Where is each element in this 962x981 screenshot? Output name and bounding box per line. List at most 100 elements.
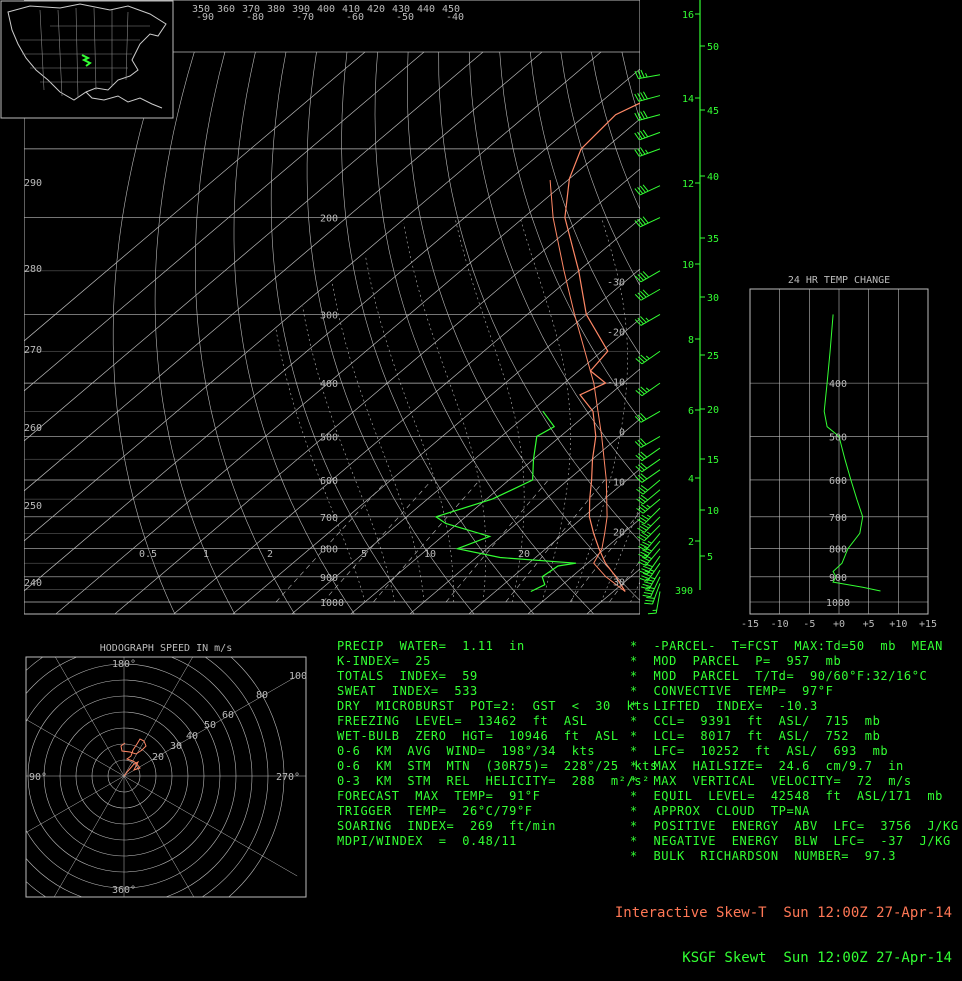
mixing-ratio-label: 10 bbox=[424, 549, 436, 560]
index-row: 0-3 KM STM REL HELICITY= 288 m²/s² bbox=[337, 774, 658, 789]
parcel-indices-right: * -PARCEL- T=FCST MAX:Td=50 mb MEAN* MOD… bbox=[630, 639, 959, 864]
barb-half bbox=[646, 356, 649, 359]
index-row: * CONVECTIVE TEMP= 97°F bbox=[630, 684, 959, 699]
barb-full bbox=[644, 603, 652, 604]
barb-staff bbox=[656, 592, 660, 614]
barb-staff bbox=[642, 383, 660, 396]
index-text: LIFTED INDEX= -10.3 bbox=[653, 699, 817, 713]
mixing-ratio-line bbox=[323, 480, 432, 602]
isotherm-line bbox=[0, 52, 365, 614]
dewpoint-line bbox=[436, 411, 576, 591]
barb-half bbox=[647, 515, 651, 517]
hodograph-chart: HODOGRAPH SPEED IN m/s203040506080100180… bbox=[0, 576, 324, 912]
barb-full bbox=[645, 600, 653, 601]
hodo-ring-label: 40 bbox=[186, 731, 198, 742]
isobar-label: 1000 bbox=[320, 598, 344, 609]
mixing-ratio-label: 0.5 bbox=[139, 549, 157, 560]
footer-title: Interactive Skew-T Sun 12:00Z 27-Apr-14 bbox=[615, 906, 952, 921]
theta-top-label: 420 bbox=[367, 4, 385, 15]
barb-half bbox=[651, 578, 655, 579]
barb-half bbox=[647, 532, 651, 534]
wind-barb bbox=[635, 411, 660, 422]
hodo-ring-label: 30 bbox=[170, 741, 182, 752]
index-row: * APPROX CLOUD TP=NA bbox=[630, 804, 959, 819]
hodo-ring-label: 20 bbox=[152, 752, 164, 763]
isotherm-label: -10 bbox=[607, 378, 625, 389]
tc-xtick: +5 bbox=[863, 619, 875, 630]
wind-barbs bbox=[635, 70, 660, 614]
wind-barb bbox=[640, 556, 660, 574]
barb-staff bbox=[638, 75, 660, 79]
height-km-label: 16 bbox=[682, 10, 694, 21]
index-row: * MOD PARCEL P= 957 mb bbox=[630, 654, 959, 669]
height-km-label: 12 bbox=[682, 179, 694, 190]
index-row: SWEAT INDEX= 533 bbox=[337, 684, 658, 699]
index-text: MDPI/WINDEX = 0.48/11 bbox=[337, 834, 517, 848]
height-kft-label: 40 bbox=[707, 172, 719, 183]
hodo-ring bbox=[0, 616, 284, 912]
height-km-label: 10 bbox=[682, 260, 694, 271]
index-row: * EQUIL LEVEL= 42548 ft ASL/171 mb bbox=[630, 789, 959, 804]
index-text: LFC= 10252 ft ASL/ 693 mb bbox=[653, 744, 888, 758]
index-row: 0-6 KM STM MTN (30R75)= 228°/25 kts bbox=[337, 759, 658, 774]
dry-adiabat bbox=[866, 52, 962, 614]
index-text: MOD PARCEL T/Td= 90/60°F:32/16°C bbox=[653, 669, 927, 683]
dry-adiabat bbox=[234, 52, 354, 614]
isotherm-label: 20 bbox=[613, 528, 625, 539]
index-row: TRIGGER TEMP= 26°C/79°F bbox=[337, 804, 658, 819]
isobar-label: 800 bbox=[320, 545, 338, 556]
barb-full bbox=[644, 592, 652, 594]
wind-barb bbox=[635, 289, 660, 300]
hodo-direction-label: 180° bbox=[112, 659, 136, 670]
index-row: SOARING INDEX= 269 ft/min bbox=[337, 819, 658, 834]
barb-half bbox=[645, 150, 647, 153]
dry-adiabat bbox=[155, 52, 235, 614]
barb-staff bbox=[642, 448, 660, 461]
dry-adiabat bbox=[836, 52, 962, 614]
tc-title: 24 HR TEMP CHANGE bbox=[788, 275, 890, 286]
theta-top-label: 380 bbox=[267, 4, 285, 15]
dry-adiabat bbox=[113, 52, 175, 614]
isotherm-label: -30 bbox=[607, 278, 625, 289]
isotherm-label: 0 bbox=[619, 428, 625, 439]
tc-pressure-label: 700 bbox=[829, 513, 847, 524]
isotherm-line bbox=[0, 52, 542, 614]
hodo-ring-label: 80 bbox=[256, 690, 268, 701]
isobar-label: 300 bbox=[320, 310, 338, 321]
mixing-ratio-label: 20 bbox=[518, 549, 530, 560]
moist-adiabat bbox=[601, 218, 699, 602]
index-text: -PARCEL- T=FCST MAX:Td=50 mb MEAN bbox=[653, 639, 943, 653]
wind-barb bbox=[648, 592, 660, 614]
barb-full bbox=[640, 552, 647, 556]
barb-half bbox=[648, 541, 652, 543]
row-bullet: * bbox=[630, 834, 653, 848]
hodo-spoke bbox=[124, 776, 224, 912]
isobar-label: 700 bbox=[320, 513, 338, 524]
index-row: PRECIP WATER= 1.11 in bbox=[337, 639, 658, 654]
index-text: DRY MICROBURST POT=2: GST < 30 kts bbox=[337, 699, 650, 713]
tc-pressure-label: 900 bbox=[829, 573, 847, 584]
height-kft-label: 50 bbox=[707, 42, 719, 53]
wind-barb bbox=[638, 541, 660, 558]
index-text: TRIGGER TEMP= 26°C/79°F bbox=[337, 804, 533, 818]
index-row: 0-6 KM AVG WIND= 198°/34 kts bbox=[337, 744, 658, 759]
isotherm-label: -20 bbox=[607, 328, 625, 339]
barb-staff bbox=[644, 517, 660, 533]
theta-left-label: 260 bbox=[24, 423, 42, 434]
theta-top-label: 350 bbox=[192, 4, 210, 15]
theta-top-label: 410 bbox=[342, 4, 360, 15]
index-text: EQUIL LEVEL= 42548 ft ASL/171 mb bbox=[653, 789, 943, 803]
hodo-ring-label: 50 bbox=[204, 720, 216, 731]
index-row: WET-BULB ZERO HGT= 10946 ft ASL bbox=[337, 729, 658, 744]
tc-xtick: -5 bbox=[803, 619, 815, 630]
index-row: * NEGATIVE ENERGY BLW LFC= -37 J/KG bbox=[630, 834, 959, 849]
index-row: * LFC= 10252 ft ASL/ 693 mb bbox=[630, 744, 959, 759]
wind-barb bbox=[636, 448, 660, 461]
index-text: FORECAST MAX TEMP= 91°F bbox=[337, 789, 540, 803]
moist-adiabat bbox=[404, 224, 486, 603]
index-row: * MAX VERTICAL VELOCITY= 72 m/s bbox=[630, 774, 959, 789]
row-bullet: * bbox=[630, 729, 653, 743]
dry-adiabat bbox=[622, 52, 962, 614]
dry-adiabat bbox=[439, 52, 714, 614]
height-axis: 1614121086425045403530252015105390 bbox=[675, 0, 719, 597]
